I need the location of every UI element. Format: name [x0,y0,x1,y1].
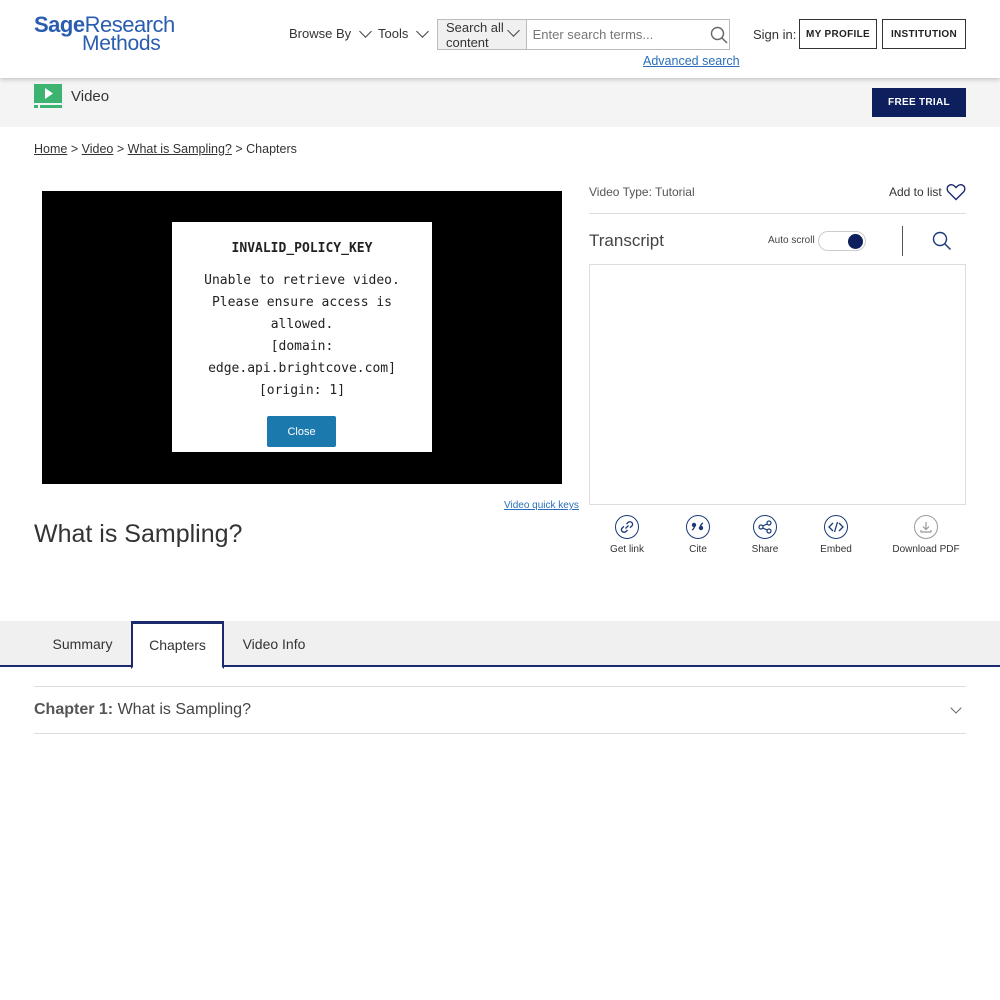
breadcrumb-separator: > [70,142,79,156]
breadcrumb-item[interactable]: What is Sampling? [128,142,232,156]
heart-icon[interactable] [946,183,966,201]
get-link-button[interactable]: Get link [592,515,662,555]
browse-by-label: Browse By [289,26,352,41]
video-quick-keys-link[interactable]: Video quick keys [504,500,579,511]
video-type: Video Type: Tutorial [589,185,695,199]
error-title: INVALID_POLICY_KEY [231,241,373,256]
sign-in-label: Sign in: [753,27,797,42]
embed-button[interactable]: Embed [801,515,871,555]
tab-video-info[interactable]: Video Info [224,621,324,667]
free-trial-button[interactable]: FREE TRIAL [872,88,966,117]
tab-chapters[interactable]: Chapters [131,621,224,669]
search-bar: Search all content [437,19,730,50]
chevron-down-icon [359,25,373,38]
download-pdf-button[interactable]: Download PDF [891,515,961,555]
quote-icon [686,515,710,539]
chapter-item[interactable]: Chapter 1: What is Sampling? [34,701,251,719]
breadcrumb-video[interactable]: Video [82,142,114,156]
auto-scroll-toggle[interactable] [818,231,866,251]
chapter-number: Chapter 1: [34,701,114,718]
sage-research-methods-logo[interactable]: SageResearch Methods [34,12,175,55]
tab-summary[interactable]: Summary [34,621,131,667]
close-button[interactable]: Close [267,416,336,447]
transcript-panel[interactable] [589,264,966,505]
tools-menu[interactable]: Tools [378,25,430,41]
breadcrumb-current: Chapters [246,142,297,156]
institution-button[interactable]: INSTITUTION [882,19,966,49]
cite-button[interactable]: Cite [663,515,733,555]
browse-by-menu[interactable]: Browse By [289,25,373,41]
video-player[interactable]: INVALID_POLICY_KEY Unable to retrieve vi… [42,191,562,484]
share-icon [753,515,777,539]
transcript-search-icon[interactable] [932,231,952,251]
search-input[interactable] [526,20,709,49]
divider [34,733,966,734]
search-scope-select[interactable]: Search all content [438,20,527,50]
transcript-heading: Transcript [589,231,664,250]
download-icon [914,515,938,539]
divider [589,213,966,214]
auto-scroll-label: Auto scroll [768,235,815,246]
section-title: Video [71,88,110,105]
search-icon [710,26,728,44]
breadcrumb-home[interactable]: Home [34,142,67,156]
content-tabs: Summary Chapters Video Info [0,621,1000,669]
site-header: SageResearch Methods Browse By Tools Sea… [0,0,1000,78]
video-play-icon [34,84,62,108]
link-icon [615,515,639,539]
chevron-down-icon[interactable] [950,702,962,714]
share-button[interactable]: Share [730,515,800,555]
search-button[interactable] [709,20,729,49]
breadcrumb-separator: > [116,142,125,156]
advanced-search-link[interactable]: Advanced search [643,54,740,68]
error-message: Unable to retrieve video. Please ensure … [204,273,400,398]
share-label: Share [751,544,779,555]
my-profile-button[interactable]: MY PROFILE [799,19,877,49]
toggle-knob [848,234,863,249]
section-bar: Video FREE TRIAL [0,78,1000,127]
error-dialog: INVALID_POLICY_KEY Unable to retrieve vi… [172,222,432,452]
breadcrumb: Home > Video > What is Sampling? > Chapt… [34,142,297,156]
tools-label: Tools [378,26,409,41]
logo-text-sage: Sage [34,12,85,37]
cite-label: Cite [689,544,707,555]
chapter-title: What is Sampling? [117,701,251,718]
page-title: What is Sampling? [34,520,243,548]
divider [902,226,903,256]
add-to-list-label[interactable]: Add to list [889,185,942,199]
download-pdf-label: Download PDF [892,544,960,555]
code-icon [824,515,848,539]
embed-label: Embed [820,544,852,555]
get-link-label: Get link [610,544,644,555]
chevron-down-icon [416,25,430,38]
divider [34,686,966,687]
breadcrumb-separator: > [235,142,243,156]
